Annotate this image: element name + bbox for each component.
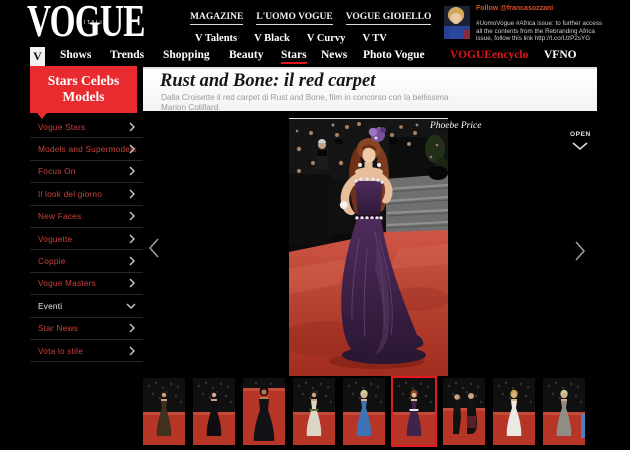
thumbnail-purple-gown-phoebe-price[interactable] <box>391 376 437 447</box>
sidebar-item-label: Models and Supermodels <box>30 144 137 154</box>
chevron-right-icon <box>128 122 136 132</box>
thumbnail-black-duo[interactable] <box>443 378 485 445</box>
nav-item-vogueencyclo[interactable]: VOGUEencyclo <box>450 49 528 61</box>
sidebar-menu: Vogue Stars Models and Supermodels Focus… <box>30 116 143 362</box>
nav-item-shows[interactable]: Shows <box>60 49 91 61</box>
section-header-stars-celebs-models: Stars Celebs Models <box>30 66 137 113</box>
thumbnail-blue-gown[interactable] <box>343 378 385 445</box>
sidebar-item-vota-lo-stile[interactable]: Vota lo stile <box>30 340 143 362</box>
thumbnail-white-one-shoulder-gown[interactable] <box>293 378 335 445</box>
nav-v-button[interactable]: V <box>30 47 45 66</box>
thumbnail-strip <box>143 378 585 445</box>
chevron-right-icon <box>128 211 136 221</box>
twitter-avatar[interactable] <box>444 6 470 39</box>
chevron-right-icon <box>128 234 136 244</box>
top-menu-vogue-gioiello[interactable]: VOGUE GIOIELLO <box>346 12 432 25</box>
main-photo[interactable] <box>289 118 448 376</box>
nav-item-news[interactable]: News <box>321 49 347 61</box>
page: VOGUE ITALIA MAGAZINEL'UOMO VOGUEVOGUE G… <box>0 0 630 450</box>
top-menu-v-curvy[interactable]: V Curvy <box>307 33 346 44</box>
chevron-right-icon <box>128 144 136 154</box>
page-title: Rust and Bone: il red carpet <box>160 71 597 92</box>
sidebar-item-new-faces[interactable]: New Faces <box>30 206 143 228</box>
main-photo-illustration <box>289 119 448 376</box>
thumbnail-black-strapless-closeup[interactable] <box>243 378 285 445</box>
chevron-right-icon <box>128 346 136 356</box>
nav-item-vfno[interactable]: VFNO <box>544 49 577 61</box>
chevron-down-icon <box>126 302 136 310</box>
chevron-down-icon <box>571 141 589 151</box>
sidebar-item-focus-on[interactable]: Focus On <box>30 161 143 183</box>
top-menu-v-talents[interactable]: V Talents <box>195 33 237 44</box>
nav-item-shopping[interactable]: Shopping <box>163 49 210 61</box>
sidebar-item-voguette[interactable]: Voguette <box>30 228 143 250</box>
open-label: OPEN <box>570 131 591 138</box>
chevron-right-icon <box>573 240 587 262</box>
thumbnail-brown-sheer-gown[interactable] <box>143 378 185 445</box>
sidebar-item-eventi[interactable]: Eventi <box>30 295 143 317</box>
sidebar-item-label: Il look del giorno <box>30 189 102 199</box>
sidebar-item-vogue-masters[interactable]: Vogue Masters <box>30 273 143 295</box>
thumbnail-silver-sequin-gown[interactable] <box>543 378 585 445</box>
sidebar-item-label: Voguette <box>30 234 72 244</box>
sidebar-item-label: Focus On <box>30 166 76 176</box>
open-button[interactable]: OPEN <box>570 131 591 156</box>
sidebar-item-label: Coppie <box>30 256 66 266</box>
photo-caption: Phoebe Price <box>430 121 481 131</box>
next-photo-arrow[interactable] <box>573 240 587 267</box>
thumbnail-black-halter-gown[interactable] <box>193 378 235 445</box>
chevron-right-icon <box>128 166 136 176</box>
sidebar-item-label: Star News <box>30 323 78 333</box>
chevron-right-icon <box>128 189 136 199</box>
sidebar-item-coppie[interactable]: Coppie <box>30 250 143 272</box>
page-subtitle: Dalla Croisette il red carpet di Rust an… <box>161 93 466 112</box>
vogue-logo-sub: ITALIA <box>84 20 108 26</box>
sidebar-item-star-news[interactable]: Star News <box>30 318 143 340</box>
nav-item-photo-vogue[interactable]: Photo Vogue <box>363 49 425 61</box>
nav-item-stars[interactable]: Stars <box>281 49 307 64</box>
top-menu-v-tv[interactable]: V TV <box>362 33 386 44</box>
chevron-left-icon <box>147 237 161 259</box>
twitter-follow-link[interactable]: Follow @francasozzani <box>476 5 553 12</box>
sidebar-item-label: Vogue Stars <box>30 122 85 132</box>
chevron-right-icon <box>128 278 136 288</box>
chevron-right-icon <box>128 323 136 333</box>
sidebar-item-il-look-del-giorno[interactable]: Il look del giorno <box>30 183 143 205</box>
prev-photo-arrow[interactable] <box>147 237 161 264</box>
top-menu-magazine[interactable]: MAGAZINE <box>190 12 243 25</box>
top-menu-row1: MAGAZINE L'UOMO VOGUE VOGUE GIOIELLO <box>190 6 444 25</box>
top-menu-l-uomo-vogue[interactable]: L'UOMO VOGUE <box>256 12 332 25</box>
thumbnail-white-column-gown[interactable] <box>493 378 535 445</box>
top-menu-row2: V Talents V Black V Curvy V TV <box>195 28 404 46</box>
chevron-right-icon <box>128 256 136 266</box>
nav-item-beauty[interactable]: Beauty <box>229 49 264 61</box>
sidebar-item-label: Vota lo stile <box>30 346 83 356</box>
sidebar-item-label: Eventi <box>30 301 62 311</box>
top-menu-v-black[interactable]: V Black <box>254 33 290 44</box>
nav-item-trends[interactable]: Trends <box>110 49 144 61</box>
sidebar-item-vogue-stars[interactable]: Vogue Stars <box>30 116 143 138</box>
sidebar-item-models-and-supermodels[interactable]: Models and Supermodels <box>30 138 143 160</box>
article-header: Rust and Bone: il red carpet Dalla Crois… <box>143 67 597 111</box>
sidebar-item-label: New Faces <box>30 211 81 221</box>
sidebar-item-label: Vogue Masters <box>30 278 96 288</box>
tweet-text: #UomoVogue #Africa issue: to further acc… <box>476 20 608 42</box>
